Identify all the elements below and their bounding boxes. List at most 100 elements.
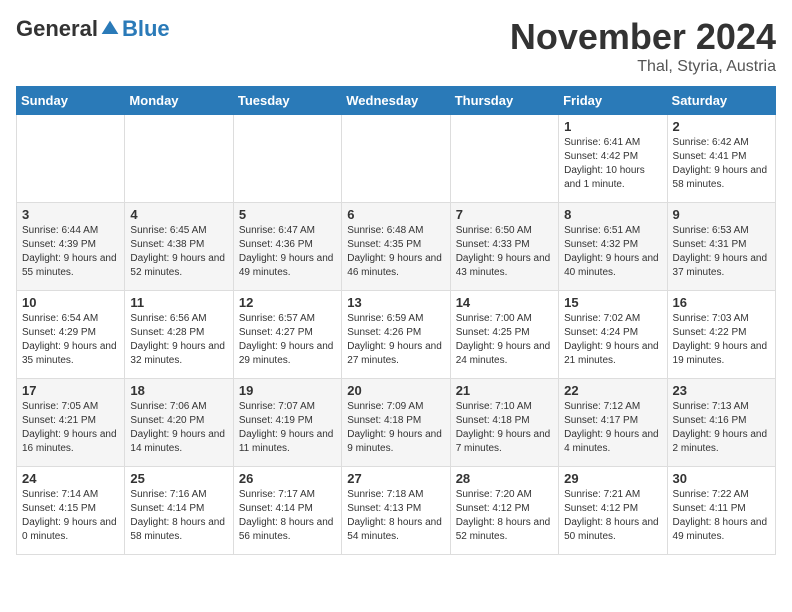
day-info: Sunrise: 6:44 AMSunset: 4:39 PMDaylight:… [22,224,119,280]
day-info: Sunrise: 7:03 AMSunset: 4:22 PMDaylight:… [673,312,770,368]
logo-general: General [16,16,98,42]
day-info: Sunrise: 6:53 AMSunset: 4:31 PMDaylight:… [673,224,770,280]
table-cell [125,115,233,203]
weekday-header-row: Sunday Monday Tuesday Wednesday Thursday… [17,87,776,115]
day-number: 20 [347,383,444,398]
header-tuesday: Tuesday [233,87,341,115]
table-cell: 22 Sunrise: 7:12 AMSunset: 4:17 PMDayligh… [559,379,667,467]
table-cell: 12 Sunrise: 6:57 AMSunset: 4:27 PMDayligh… [233,291,341,379]
day-info: Sunrise: 7:00 AMSunset: 4:25 PMDaylight:… [456,312,553,368]
day-number: 21 [456,383,553,398]
table-cell: 20 Sunrise: 7:09 AMSunset: 4:18 PMDayligh… [342,379,450,467]
day-number: 27 [347,471,444,486]
day-info: Sunrise: 6:57 AMSunset: 4:27 PMDaylight:… [239,312,336,368]
day-number: 19 [239,383,336,398]
day-info: Sunrise: 7:14 AMSunset: 4:15 PMDaylight:… [22,488,119,544]
header-sunday: Sunday [17,87,125,115]
day-info: Sunrise: 7:20 AMSunset: 4:12 PMDaylight:… [456,488,553,544]
week-row-2: 10Sunrise: 6:54 AMSunset: 4:29 PMDayligh… [17,291,776,379]
table-cell: 18 Sunrise: 7:06 AMSunset: 4:20 PMDayligh… [125,379,233,467]
table-cell: 29Sunrise: 7:21 AMSunset: 4:12 PMDayligh… [559,467,667,555]
day-info: Sunrise: 6:59 AMSunset: 4:26 PMDaylight:… [347,312,444,368]
day-number: 25 [130,471,227,486]
day-number: 18 [130,383,227,398]
month-title: November 2024 [510,16,776,58]
table-cell: 23Sunrise: 7:13 AMSunset: 4:16 PMDayligh… [667,379,775,467]
table-cell [233,115,341,203]
table-cell: 5 Sunrise: 6:47 AMSunset: 4:36 PMDaylight… [233,203,341,291]
day-info: Sunrise: 7:12 AMSunset: 4:17 PMDaylight:… [564,400,661,456]
header: General Blue November 2024 Thal, Styria,… [16,16,776,76]
table-cell: 13 Sunrise: 6:59 AMSunset: 4:26 PMDayligh… [342,291,450,379]
table-cell: 8 Sunrise: 6:51 AMSunset: 4:32 PMDaylight… [559,203,667,291]
day-number: 10 [22,295,119,310]
table-cell: 14 Sunrise: 7:00 AMSunset: 4:25 PMDayligh… [450,291,558,379]
day-info: Sunrise: 6:51 AMSunset: 4:32 PMDaylight:… [564,224,661,280]
day-number: 23 [673,383,770,398]
week-row-3: 17 Sunrise: 7:05 AMSunset: 4:21 PMDayligh… [17,379,776,467]
day-info: Sunrise: 6:56 AMSunset: 4:28 PMDaylight:… [130,312,227,368]
day-info: Sunrise: 6:48 AMSunset: 4:35 PMDaylight:… [347,224,444,280]
table-cell: 30 Sunrise: 7:22 AMSunset: 4:11 PMDayligh… [667,467,775,555]
day-number: 4 [130,207,227,222]
day-info: Sunrise: 7:09 AMSunset: 4:18 PMDaylight:… [347,400,444,456]
day-number: 22 [564,383,661,398]
day-info: Sunrise: 6:47 AMSunset: 4:36 PMDaylight:… [239,224,336,280]
location-title: Thal, Styria, Austria [510,58,776,76]
table-cell: 21 Sunrise: 7:10 AMSunset: 4:18 PMDayligh… [450,379,558,467]
table-cell: 4Sunrise: 6:45 AMSunset: 4:38 PMDaylight… [125,203,233,291]
day-number: 14 [456,295,553,310]
header-thursday: Thursday [450,87,558,115]
day-number: 9 [673,207,770,222]
table-cell: 25Sunrise: 7:16 AMSunset: 4:14 PMDayligh… [125,467,233,555]
day-number: 17 [22,383,119,398]
day-number: 5 [239,207,336,222]
week-row-0: 1 Sunrise: 6:41 AMSunset: 4:42 PMDaylight… [17,115,776,203]
table-cell: 1 Sunrise: 6:41 AMSunset: 4:42 PMDaylight… [559,115,667,203]
day-info: Sunrise: 6:50 AMSunset: 4:33 PMDaylight:… [456,224,553,280]
day-info: Sunrise: 6:42 AMSunset: 4:41 PMDaylight:… [673,136,770,192]
table-cell: 2Sunrise: 6:42 AMSunset: 4:41 PMDaylight… [667,115,775,203]
day-info: Sunrise: 6:41 AMSunset: 4:42 PMDaylight:… [564,136,661,192]
day-number: 28 [456,471,553,486]
table-cell: 27 Sunrise: 7:18 AMSunset: 4:13 PMDayligh… [342,467,450,555]
day-info: Sunrise: 7:07 AMSunset: 4:19 PMDaylight:… [239,400,336,456]
table-cell: 16 Sunrise: 7:03 AMSunset: 4:22 PMDayligh… [667,291,775,379]
table-cell: 19 Sunrise: 7:07 AMSunset: 4:19 PMDayligh… [233,379,341,467]
day-number: 12 [239,295,336,310]
calendar-table: Sunday Monday Tuesday Wednesday Thursday… [16,86,776,555]
day-number: 8 [564,207,661,222]
table-cell [450,115,558,203]
day-number: 13 [347,295,444,310]
title-area: November 2024 Thal, Styria, Austria [510,16,776,76]
table-cell: 3 Sunrise: 6:44 AMSunset: 4:39 PMDaylight… [17,203,125,291]
day-info: Sunrise: 7:06 AMSunset: 4:20 PMDaylight:… [130,400,227,456]
table-cell: 26Sunrise: 7:17 AMSunset: 4:14 PMDayligh… [233,467,341,555]
day-info: Sunrise: 7:18 AMSunset: 4:13 PMDaylight:… [347,488,444,544]
header-friday: Friday [559,87,667,115]
table-cell: 11Sunrise: 6:56 AMSunset: 4:28 PMDayligh… [125,291,233,379]
table-cell: 15Sunrise: 7:02 AMSunset: 4:24 PMDayligh… [559,291,667,379]
logo: General Blue [16,16,170,42]
day-number: 30 [673,471,770,486]
day-number: 7 [456,207,553,222]
day-number: 15 [564,295,661,310]
table-cell [342,115,450,203]
day-info: Sunrise: 7:21 AMSunset: 4:12 PMDaylight:… [564,488,661,544]
day-number: 26 [239,471,336,486]
day-number: 1 [564,119,661,134]
table-cell [17,115,125,203]
day-info: Sunrise: 7:10 AMSunset: 4:18 PMDaylight:… [456,400,553,456]
day-info: Sunrise: 7:05 AMSunset: 4:21 PMDaylight:… [22,400,119,456]
table-cell: 28 Sunrise: 7:20 AMSunset: 4:12 PMDayligh… [450,467,558,555]
table-cell: 7 Sunrise: 6:50 AMSunset: 4:33 PMDaylight… [450,203,558,291]
day-number: 3 [22,207,119,222]
table-cell: 24Sunrise: 7:14 AMSunset: 4:15 PMDayligh… [17,467,125,555]
week-row-1: 3 Sunrise: 6:44 AMSunset: 4:39 PMDaylight… [17,203,776,291]
table-cell: 9 Sunrise: 6:53 AMSunset: 4:31 PMDaylight… [667,203,775,291]
day-number: 16 [673,295,770,310]
table-cell: 17 Sunrise: 7:05 AMSunset: 4:21 PMDayligh… [17,379,125,467]
table-cell: 6Sunrise: 6:48 AMSunset: 4:35 PMDaylight… [342,203,450,291]
table-cell: 10Sunrise: 6:54 AMSunset: 4:29 PMDayligh… [17,291,125,379]
day-info: Sunrise: 7:22 AMSunset: 4:11 PMDaylight:… [673,488,770,544]
